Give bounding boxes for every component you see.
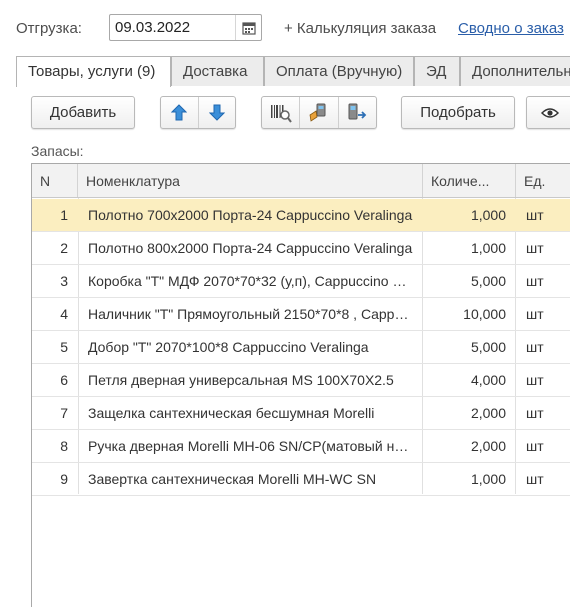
column-header-unit[interactable]: Ед.: [516, 164, 570, 197]
row-number: 7: [60, 405, 68, 421]
tab-additional[interactable]: Дополнительн: [460, 56, 570, 86]
table-row[interactable]: 2 Полотно 800х2000 Порта-24 Cappuccino V…: [32, 232, 570, 265]
shipment-date-input[interactable]: [110, 15, 235, 40]
view-button[interactable]: [526, 96, 570, 129]
column-header-nomenclature[interactable]: Номенклатура: [78, 164, 423, 197]
table-header: N Номенклатура Количе... Ед.: [32, 164, 570, 198]
barcode-search-button[interactable]: [262, 97, 299, 128]
eye-icon: [541, 107, 559, 118]
row-nomenclature: Коробка "Т" МДФ 2070*70*32 (у,п), Cappuc…: [88, 273, 423, 289]
row-number: 5: [60, 339, 68, 355]
row-unit: шт: [526, 240, 544, 256]
row-unit: шт: [526, 372, 544, 388]
arrow-down-icon: [208, 104, 225, 121]
row-number: 8: [60, 438, 68, 454]
row-unit: шт: [526, 405, 544, 421]
row-number: 1: [60, 207, 68, 223]
row-nomenclature: Петля дверная универсальная MS 100X70X2.…: [88, 372, 394, 388]
row-unit: шт: [526, 207, 544, 223]
table-row[interactable]: 7 Защелка сантехническая бесшумная Morel…: [32, 397, 570, 430]
tab-delivery[interactable]: Доставка: [171, 56, 264, 86]
table-row[interactable]: 8 Ручка дверная Morelli MH-06 SN/CP(мато…: [32, 430, 570, 463]
calendar-icon[interactable]: [235, 15, 261, 40]
scan-buttons-group: [261, 96, 377, 129]
row-quantity: 10,000: [463, 306, 506, 322]
column-header-quantity[interactable]: Количе...: [423, 164, 516, 197]
row-quantity: 2,000: [470, 405, 506, 421]
row-number: 4: [60, 306, 68, 322]
row-quantity: 5,000: [470, 273, 506, 289]
row-unit: шт: [526, 438, 544, 454]
row-number: 9: [60, 471, 68, 487]
tab-goods-services[interactable]: Товары, услуги (9): [16, 56, 171, 87]
table-row[interactable]: 6 Петля дверная универсальная MS 100X70X…: [32, 364, 570, 397]
row-nomenclature: Наличник "Т" Прямоугольный 2150*70*8 , C…: [88, 306, 423, 322]
row-quantity: 4,000: [470, 372, 506, 388]
row-quantity: 5,000: [470, 339, 506, 355]
order-summary-link[interactable]: Сводно о заказ: [458, 20, 564, 37]
barcode-search-icon: [270, 104, 292, 123]
add-button[interactable]: Добавить: [31, 96, 135, 129]
row-nomenclature: Защелка сантехническая бесшумная Morelli: [88, 405, 375, 421]
move-up-button[interactable]: [161, 97, 198, 128]
row-nomenclature: Завертка сантехническая Morelli MH-WC SN: [88, 471, 377, 487]
row-unit: шт: [526, 273, 544, 289]
row-nomenclature: Ручка дверная Morelli MH-06 SN/CP(матовы…: [88, 438, 423, 454]
data-collection-button[interactable]: [337, 97, 376, 128]
row-quantity: 2,000: [470, 438, 506, 454]
table-row[interactable]: 1 Полотно 700х2000 Порта-24 Cappuccino V…: [32, 199, 570, 232]
table-row[interactable]: 4 Наличник "Т" Прямоугольный 2150*70*8 ,…: [32, 298, 570, 331]
table-row[interactable]: 3 Коробка "Т" МДФ 2070*70*32 (у,п), Capp…: [32, 265, 570, 298]
stock-label: Запасы:: [31, 143, 84, 159]
row-quantity: 1,000: [470, 471, 506, 487]
column-header-number[interactable]: N: [32, 164, 78, 197]
shipment-label: Отгрузка:: [16, 20, 82, 37]
arrow-up-icon: [171, 104, 188, 121]
pick-button[interactable]: Подобрать: [401, 96, 515, 129]
move-down-button[interactable]: [197, 97, 236, 128]
row-number: 2: [60, 240, 68, 256]
row-nomenclature: Полотно 700х2000 Порта-24 Cappuccino Ver…: [88, 207, 413, 223]
order-calculation-link[interactable]: + Калькуляция заказа: [284, 20, 436, 37]
row-unit: шт: [526, 306, 544, 322]
row-number: 3: [60, 273, 68, 289]
tab-ed[interactable]: ЭД: [414, 56, 460, 86]
row-nomenclature: Полотно 800х2000 Порта-24 Cappuccino Ver…: [88, 240, 413, 256]
row-quantity: 1,000: [470, 207, 506, 223]
move-buttons-group: [160, 96, 236, 129]
row-number: 6: [60, 372, 68, 388]
barcode-scanner-icon: [309, 103, 326, 122]
table-row[interactable]: 5 Добор "Т" 2070*100*8 Cappuccino Verali…: [32, 331, 570, 364]
row-nomenclature: Добор "Т" 2070*100*8 Cappuccino Veraling…: [88, 339, 369, 355]
stock-table[interactable]: N Номенклатура Количе... Ед. 1 Полотно 7…: [31, 163, 570, 607]
table-row[interactable]: 9 Завертка сантехническая Morelli MH-WC …: [32, 463, 570, 496]
scanner-button[interactable]: [299, 97, 337, 128]
shipment-date-field[interactable]: [109, 14, 262, 41]
tab-payment[interactable]: Оплата (Вручную): [264, 56, 414, 86]
row-quantity: 1,000: [470, 240, 506, 256]
row-unit: шт: [526, 471, 544, 487]
row-unit: шт: [526, 339, 544, 355]
data-terminal-icon: [348, 103, 367, 119]
